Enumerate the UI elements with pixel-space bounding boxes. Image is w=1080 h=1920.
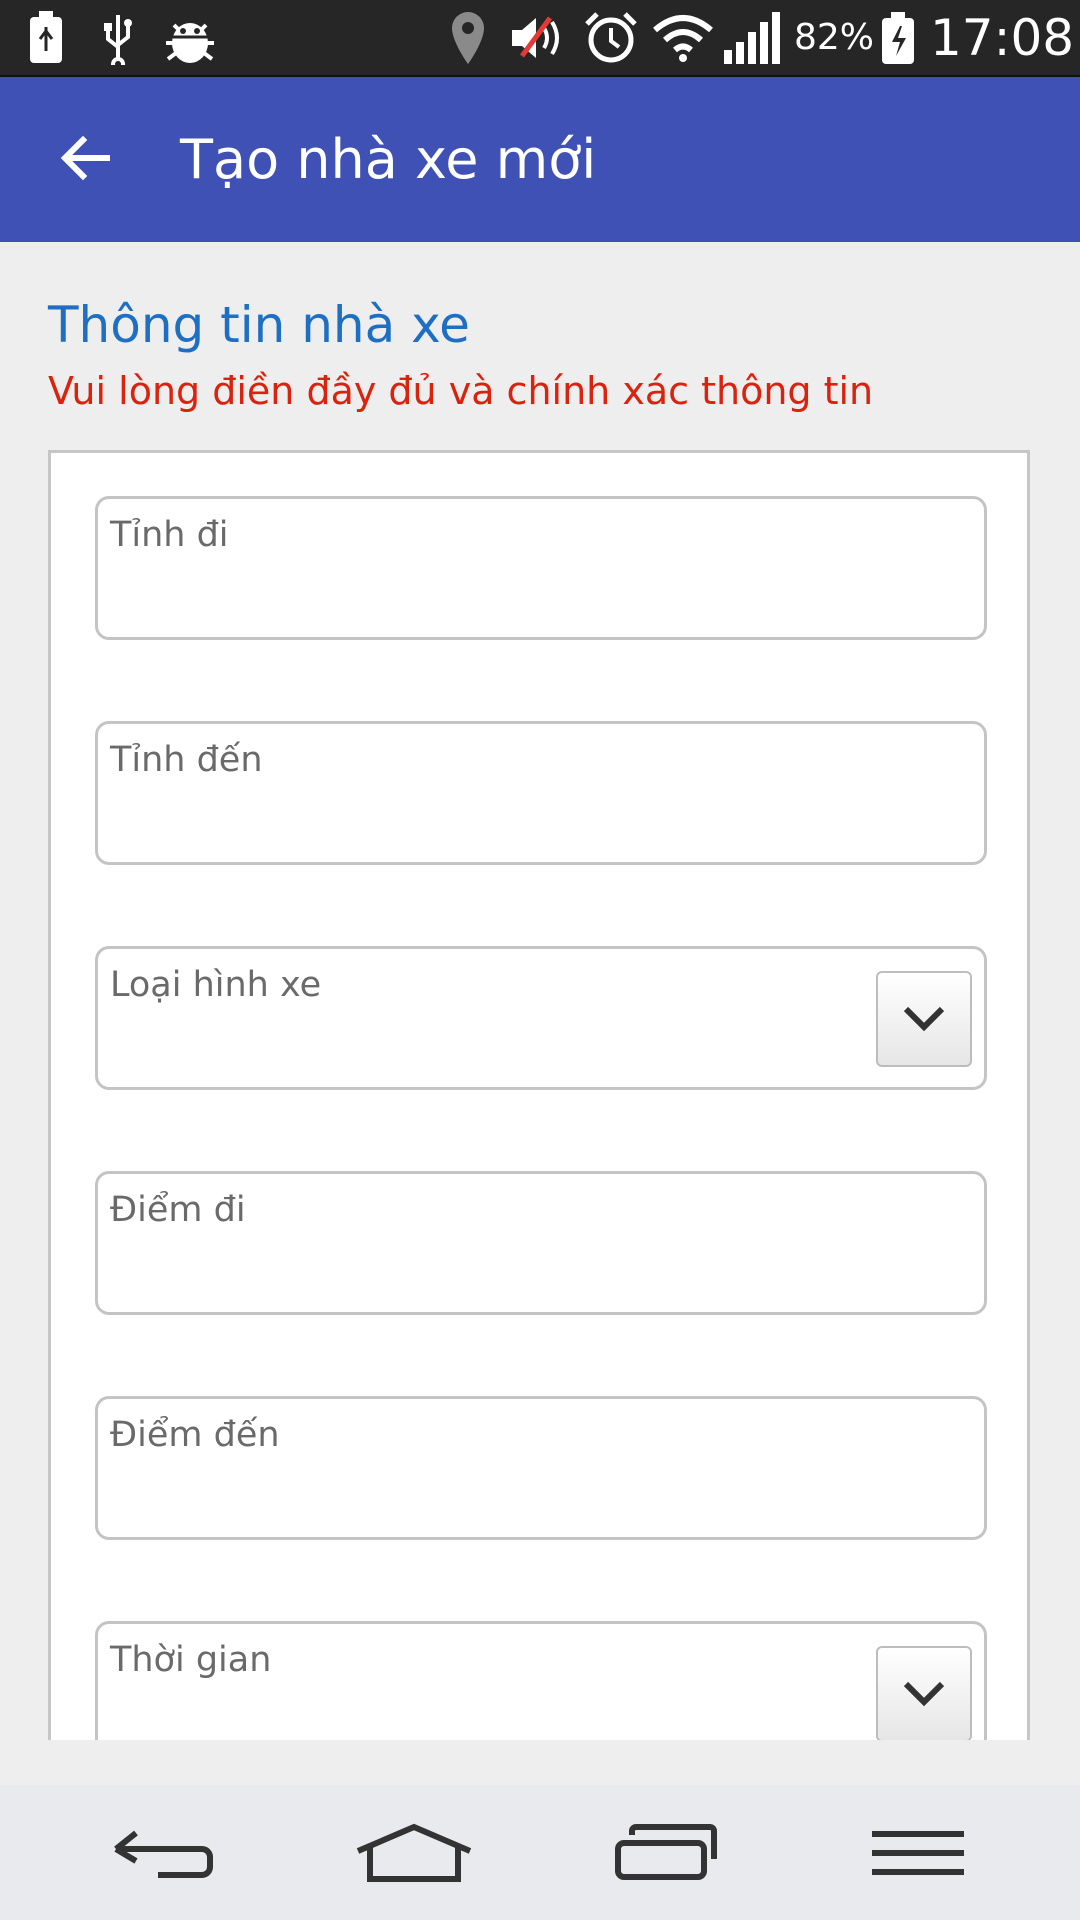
- vehicle-type-dropdown-button[interactable]: [876, 971, 972, 1067]
- chevron-down-icon: [903, 1681, 945, 1707]
- back-button[interactable]: [40, 117, 130, 202]
- time-dropdown-button[interactable]: [876, 1646, 972, 1740]
- field-label: Loại hình xe: [110, 965, 322, 1005]
- field-label: Thời gian: [110, 1640, 272, 1680]
- app-bar: Tạo nhà xe mới: [0, 77, 1080, 242]
- section-subtitle: Vui lòng điền đầy đủ và chính xác thông …: [48, 369, 874, 413]
- nav-recent-apps-button[interactable]: [596, 1805, 736, 1900]
- back-nav-icon: [114, 1830, 213, 1878]
- wifi-icon: [650, 10, 716, 66]
- home-icon: [356, 1823, 472, 1882]
- field-label: Điểm đến: [110, 1415, 280, 1455]
- battery-charging-icon: [878, 10, 918, 66]
- departure-province-field[interactable]: Tỉnh đi: [95, 496, 987, 640]
- field-label: Điểm đi: [110, 1190, 246, 1230]
- alarm-icon: [582, 10, 640, 66]
- battery-percent: 82%: [794, 17, 875, 58]
- battery-saver-icon: [24, 10, 68, 66]
- recent-apps-icon: [615, 1823, 717, 1880]
- clock: 17:08: [930, 8, 1075, 67]
- usb-icon: [96, 10, 140, 66]
- page-title: Tạo nhà xe mới: [180, 128, 597, 191]
- time-select[interactable]: Thời gian: [95, 1621, 987, 1740]
- navigation-bar: [0, 1785, 1080, 1920]
- volume-muted-icon: [506, 10, 570, 66]
- nav-home-button[interactable]: [344, 1805, 484, 1900]
- field-label: Tỉnh đi: [110, 515, 229, 555]
- status-bar: 82% 17:08: [0, 0, 1080, 77]
- departure-point-field[interactable]: Điểm đi: [95, 1171, 987, 1315]
- signal-icon: [722, 10, 782, 66]
- debug-bug-icon: [160, 10, 220, 66]
- form-card: Tỉnh đi Tỉnh đến Loại hình xe Điểm đi Đi…: [48, 450, 1030, 1740]
- chevron-down-icon: [903, 1006, 945, 1032]
- nav-menu-button[interactable]: [848, 1805, 988, 1900]
- section-title: Thông tin nhà xe: [48, 296, 470, 354]
- destination-province-field[interactable]: Tỉnh đến: [95, 721, 987, 865]
- location-icon: [446, 10, 490, 66]
- menu-icon: [872, 1830, 964, 1875]
- destination-point-field[interactable]: Điểm đến: [95, 1396, 987, 1540]
- arrow-back-icon: [57, 130, 113, 190]
- vehicle-type-select[interactable]: Loại hình xe: [95, 946, 987, 1090]
- field-label: Tỉnh đến: [110, 740, 263, 780]
- nav-back-button[interactable]: [92, 1805, 232, 1900]
